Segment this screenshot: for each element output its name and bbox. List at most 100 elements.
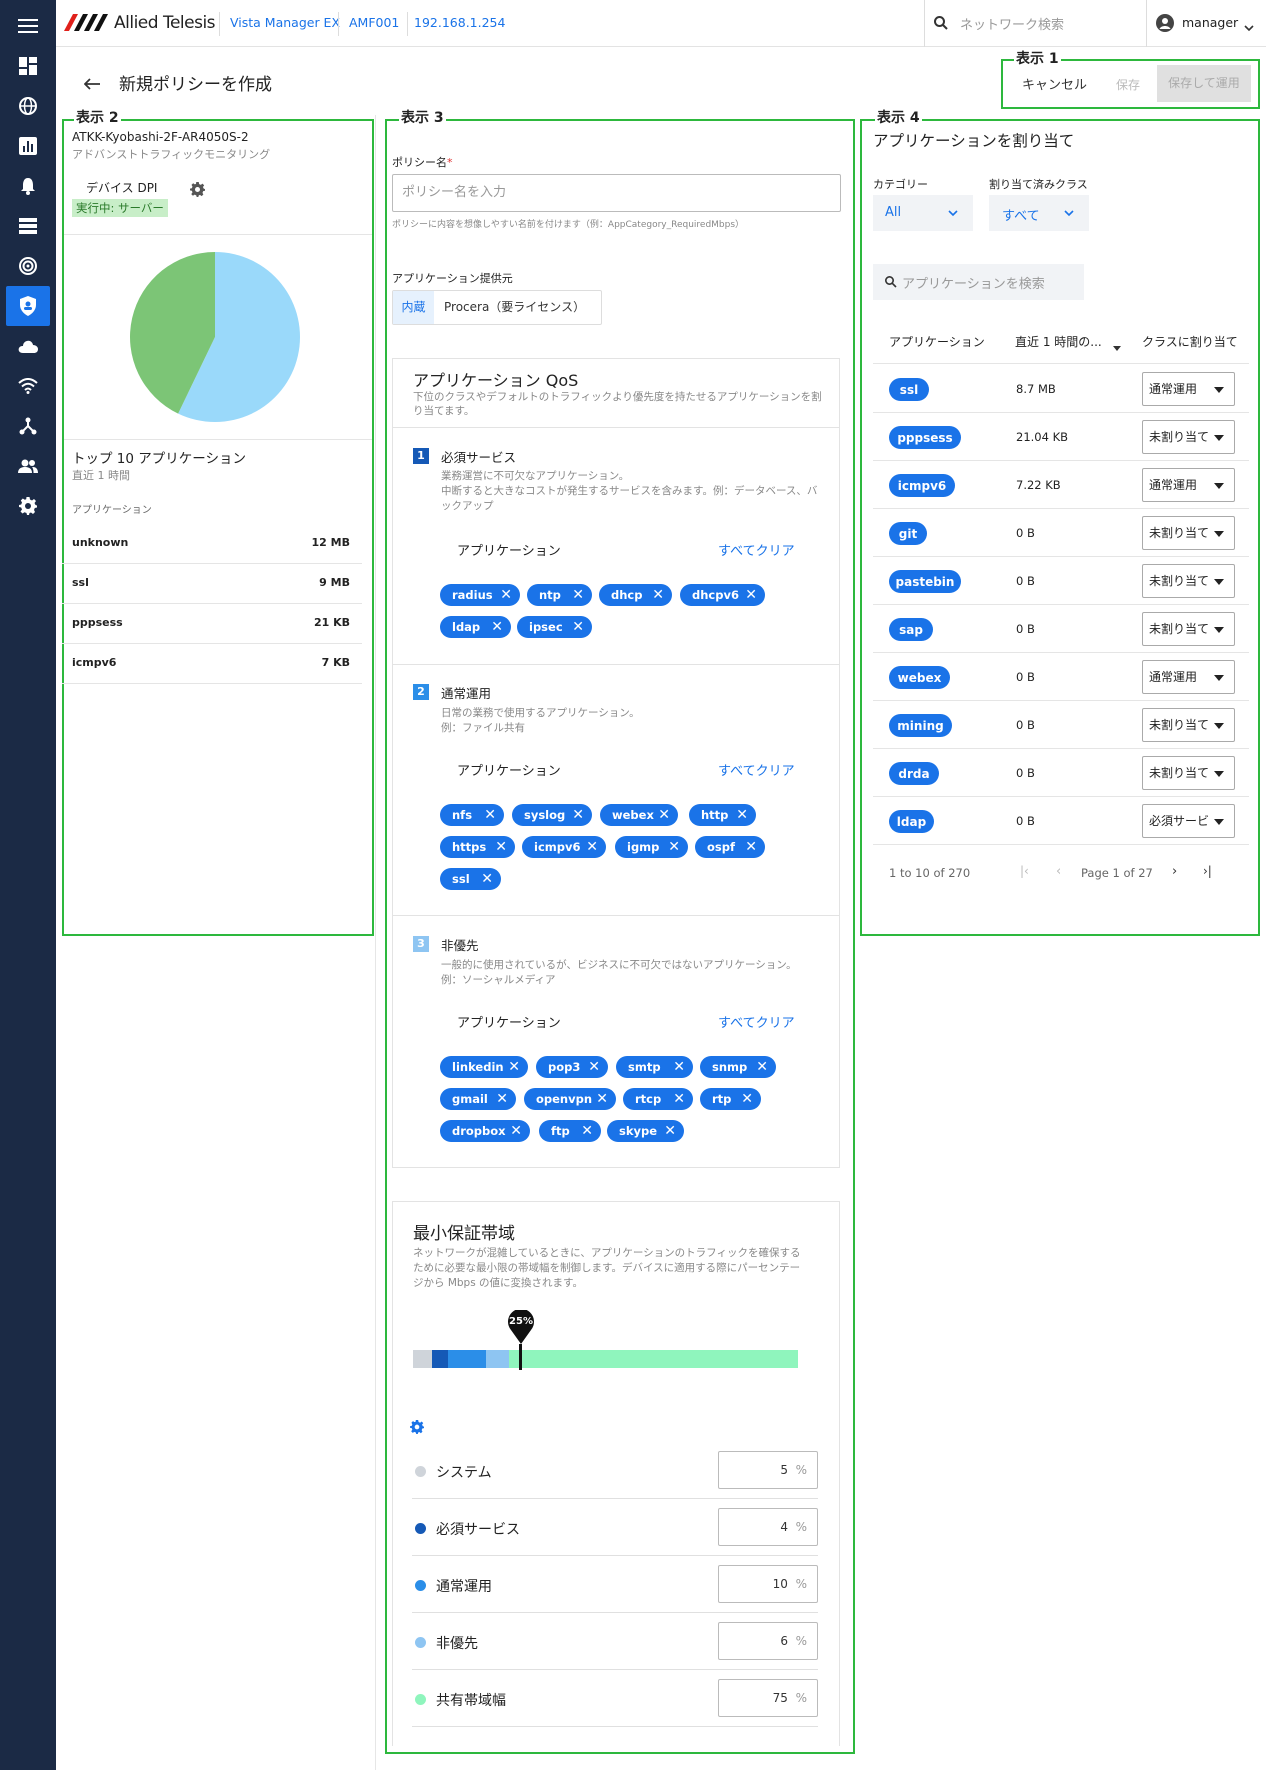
app-chip[interactable]: dropbox ✕ bbox=[440, 1120, 530, 1142]
globe-icon[interactable] bbox=[14, 92, 42, 120]
app-chip[interactable]: gmail ✕ bbox=[440, 1088, 516, 1110]
app-chip: pppsess bbox=[889, 426, 961, 449]
app-chip[interactable]: nfs ✕ bbox=[440, 804, 504, 826]
app-chip[interactable]: ssl ✕ bbox=[440, 868, 501, 890]
class-select[interactable]: 通常運用 bbox=[1142, 468, 1235, 502]
cancel-button[interactable]: キャンセル bbox=[1022, 74, 1087, 93]
ip-link[interactable]: 192.168.1.254 bbox=[414, 15, 505, 30]
app-chip[interactable]: ntp ✕ bbox=[527, 584, 592, 606]
class-1-clear-all[interactable]: すべてクリア bbox=[718, 540, 795, 559]
close-icon: ✕ bbox=[588, 1059, 600, 1075]
bandwidth-input[interactable]: 75 % bbox=[718, 1679, 818, 1717]
dpi-settings-icon[interactable] bbox=[190, 182, 205, 201]
network-search-input[interactable]: ネットワーク検索 bbox=[960, 14, 1064, 33]
class-select[interactable]: 未割り当て bbox=[1142, 420, 1235, 454]
app-chip[interactable]: ospf ✕ bbox=[695, 836, 765, 858]
class-select[interactable]: 未割り当て bbox=[1142, 612, 1235, 646]
class-2-number: 2 bbox=[413, 684, 429, 700]
product-link[interactable]: Vista Manager EX bbox=[230, 15, 340, 30]
app-chip[interactable]: radius ✕ bbox=[440, 584, 520, 606]
alarm-icon[interactable] bbox=[14, 172, 42, 200]
close-icon: ✕ bbox=[668, 839, 680, 855]
brand-name: Allied Telesis bbox=[114, 13, 216, 33]
policy-name-input[interactable]: ポリシー名を入力 bbox=[392, 174, 841, 212]
class-select[interactable]: 通常運用 bbox=[1142, 660, 1235, 694]
app-chip[interactable]: ipsec ✕ bbox=[517, 616, 592, 638]
app-chip[interactable]: igmp ✕ bbox=[615, 836, 688, 858]
allied-telesis-logo bbox=[64, 14, 110, 35]
app-chip[interactable]: rtp ✕ bbox=[700, 1088, 761, 1110]
app-chip[interactable]: ldap ✕ bbox=[440, 616, 511, 638]
class-select[interactable]: 未割り当て bbox=[1142, 564, 1235, 598]
close-icon: ✕ bbox=[495, 839, 507, 855]
chevron-down-icon[interactable] bbox=[1244, 17, 1254, 36]
app-chip[interactable]: http ✕ bbox=[689, 804, 756, 826]
user-name[interactable]: manager bbox=[1182, 15, 1238, 30]
category-select[interactable]: All bbox=[873, 195, 973, 231]
bandwidth-settings-icon[interactable] bbox=[410, 1419, 424, 1438]
top-apps-column: アプリケーション bbox=[72, 505, 152, 516]
save-button[interactable]: 保存 bbox=[1116, 76, 1140, 93]
device-link[interactable]: AMF001 bbox=[349, 15, 399, 30]
topology-icon[interactable] bbox=[14, 412, 42, 440]
assigned-class-select[interactable]: すべて bbox=[989, 195, 1089, 231]
first-page-icon[interactable]: |‹ bbox=[1020, 864, 1029, 878]
class-select[interactable]: 未割り当て bbox=[1142, 708, 1235, 742]
app-chip[interactable]: skype ✕ bbox=[607, 1120, 684, 1142]
class-select[interactable]: 未割り当て bbox=[1142, 516, 1235, 550]
class-3-clear-all[interactable]: すべてクリア bbox=[718, 1012, 795, 1031]
bandwidth-row-system: システム 5 % bbox=[412, 1443, 818, 1499]
app-chip[interactable]: https ✕ bbox=[440, 836, 515, 858]
sort-desc-icon[interactable] bbox=[1112, 337, 1122, 356]
provider-procera-option[interactable]: Procera（要ライセンス） bbox=[444, 298, 585, 315]
app-chip[interactable]: syslog ✕ bbox=[512, 804, 592, 826]
class-select[interactable]: 未割り当て bbox=[1142, 756, 1235, 790]
app-chip: ssl bbox=[889, 378, 929, 401]
security-shield-icon[interactable] bbox=[6, 286, 50, 326]
bandwidth-input[interactable]: 5 % bbox=[718, 1451, 818, 1489]
cloud-icon[interactable] bbox=[14, 332, 42, 360]
bandwidth-bar bbox=[413, 1350, 798, 1368]
chart-icon[interactable] bbox=[14, 132, 42, 160]
search-icon bbox=[934, 15, 948, 34]
app-chip[interactable]: dhcpv6 ✕ bbox=[680, 584, 765, 606]
radar-icon[interactable] bbox=[14, 252, 42, 280]
col-assign-class[interactable]: クラスに割り当て bbox=[1142, 333, 1238, 350]
app-chip[interactable]: dhcp ✕ bbox=[599, 584, 672, 606]
app-chip[interactable]: ftp ✕ bbox=[539, 1120, 601, 1142]
provider-builtin-option[interactable]: 内蔵 bbox=[393, 291, 434, 324]
app-chip[interactable]: icmpv6 ✕ bbox=[522, 836, 606, 858]
app-chip[interactable]: smtp ✕ bbox=[616, 1056, 693, 1078]
col-last-hour[interactable]: 直近 1 時間の... bbox=[1015, 333, 1102, 350]
top-bar: Allied Telesis Vista Manager EX AMF001 1… bbox=[56, 0, 1266, 47]
list-icon[interactable] bbox=[14, 212, 42, 240]
back-arrow-icon[interactable] bbox=[83, 75, 100, 94]
class-2-clear-all[interactable]: すべてクリア bbox=[718, 760, 795, 779]
bandwidth-input[interactable]: 10 % bbox=[718, 1565, 818, 1603]
bandwidth-input[interactable]: 6 % bbox=[718, 1622, 818, 1660]
prev-page-icon[interactable]: ‹ bbox=[1056, 864, 1061, 879]
app-chip[interactable]: snmp ✕ bbox=[700, 1056, 776, 1078]
app-chip: sap bbox=[889, 618, 933, 641]
next-page-icon[interactable]: › bbox=[1172, 864, 1177, 879]
wifi-icon[interactable] bbox=[14, 372, 42, 400]
users-icon[interactable] bbox=[14, 452, 42, 480]
close-icon: ✕ bbox=[664, 1123, 676, 1139]
app-search-input[interactable]: アプリケーションを検索 bbox=[873, 264, 1084, 300]
app-chip[interactable]: rtcp ✕ bbox=[623, 1088, 693, 1110]
settings-gear-icon[interactable] bbox=[14, 492, 42, 520]
app-chip[interactable]: webex ✕ bbox=[600, 804, 678, 826]
save-apply-button[interactable]: 保存して運用 bbox=[1157, 65, 1251, 102]
class-select[interactable]: 必須サービ bbox=[1142, 804, 1235, 838]
dashboard-icon[interactable] bbox=[14, 52, 42, 80]
class-select[interactable]: 通常運用 bbox=[1142, 372, 1235, 406]
bandwidth-row-shared: 共有帯域幅 75 % bbox=[412, 1671, 818, 1727]
app-chip[interactable]: pop3 ✕ bbox=[536, 1056, 608, 1078]
app-chip[interactable]: linkedin ✕ bbox=[440, 1056, 528, 1078]
menu-icon[interactable] bbox=[14, 12, 42, 40]
bandwidth-input[interactable]: 4 % bbox=[718, 1508, 818, 1546]
col-application[interactable]: アプリケーション bbox=[889, 333, 985, 350]
app-chip[interactable]: openvpn ✕ bbox=[524, 1088, 616, 1110]
last-page-icon[interactable]: ›| bbox=[1203, 864, 1212, 878]
account-icon[interactable] bbox=[1156, 14, 1174, 36]
